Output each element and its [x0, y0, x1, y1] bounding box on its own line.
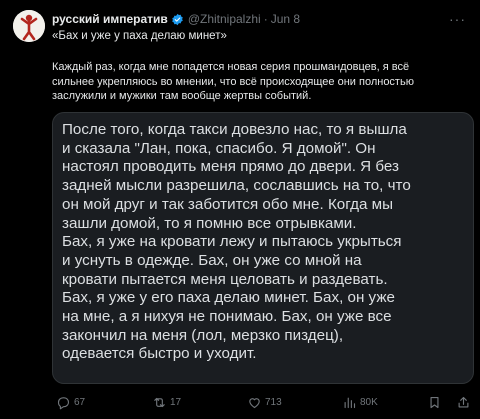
header-separator: · — [263, 12, 268, 26]
media-line: настоял проводить меня прямо до двери. Я… — [62, 158, 399, 176]
tweet-header: русский императив @Zhitnipalzhi · Jun 8 … — [52, 10, 466, 28]
bookmark-button[interactable] — [427, 395, 442, 410]
media-line: После того, когда такси довезло нас, то … — [62, 121, 407, 138]
author-handle[interactable]: @Zhitnipalzhi — [188, 12, 261, 26]
tweet-date[interactable]: Jun 8 — [271, 12, 300, 26]
media-line: закончил на меня (лол, мерзко пиздец), — [62, 326, 344, 344]
tweet-body-line: Каждый раз, когда мне попадется новая се… — [52, 61, 410, 73]
media-line: задней мысли разрешила, сославшись на то… — [62, 177, 411, 195]
media-line: Бах, я уже у его паха делаю минет. Бах, … — [62, 289, 395, 307]
tweet-body: Каждый раз, когда мне попадется новая се… — [52, 60, 472, 104]
media-line: Бах, я уже на кровати лежу и пытаюсь укр… — [62, 233, 402, 251]
tweet-actions: 67 17 713 80K — [52, 391, 472, 413]
retweet-button[interactable]: 17 — [152, 395, 181, 410]
author-name[interactable]: русский императив — [52, 12, 168, 26]
media-line: и сказала "Лан, пока, спасибо. Я домой".… — [62, 139, 376, 157]
reply-icon — [57, 396, 70, 409]
more-icon[interactable]: ··· — [449, 11, 466, 27]
media-line: зашли домой, то я помню все отрывками. — [62, 214, 357, 232]
avatar[interactable] — [13, 10, 45, 42]
like-icon — [249, 397, 260, 408]
tweet-body-line: заслужили и мужики там вообще жертвы соб… — [52, 90, 312, 102]
media-line: одевается быстро и уходит. — [62, 345, 257, 363]
avatar-figure-icon — [13, 10, 45, 42]
like-count: 713 — [265, 396, 282, 408]
bookmark-icon — [430, 396, 439, 408]
views-count: 80K — [360, 396, 378, 408]
verified-badge-icon — [171, 13, 184, 26]
views-icon — [344, 397, 356, 408]
media-text: После того, когда такси довезло нас, то … — [62, 121, 465, 364]
retweet-count: 17 — [170, 396, 182, 408]
media-line: он мой друг и так заботится обо мне. Ког… — [62, 195, 393, 213]
like-button[interactable]: 713 — [247, 395, 282, 410]
share-button[interactable] — [456, 395, 471, 410]
reply-button[interactable]: 67 — [56, 395, 85, 410]
share-icon — [458, 396, 469, 407]
reply-count: 67 — [74, 396, 86, 408]
tweet-body-line: сильнее укрепляюсь во мнении, что всё пр… — [52, 75, 414, 88]
media-line: и уснуть в одежде. Бах, он уже со мной н… — [62, 251, 362, 269]
media-line: на мне, а я нихуя не понимаю. Бах, он уж… — [62, 308, 392, 326]
media-line: кровати пытается меня целовать и раздева… — [62, 270, 388, 288]
views-button[interactable]: 80K — [342, 395, 378, 410]
retweet-icon — [154, 397, 165, 407]
tweet-quote-line: «Бах и уже у паха делаю минет» — [52, 30, 227, 42]
tweet-media-image[interactable]: После того, когда такси довезло нас, то … — [52, 112, 474, 384]
